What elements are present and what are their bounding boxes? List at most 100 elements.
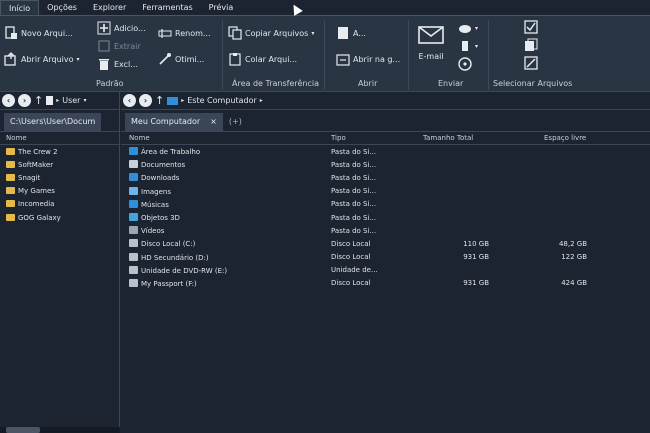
- images-icon: [129, 186, 138, 195]
- chevron-down-icon: ▾: [311, 29, 315, 37]
- up-arrow-icon[interactable]: ↑: [34, 94, 43, 107]
- chevron-down-icon[interactable]: ▾: [83, 97, 86, 104]
- table-row[interactable]: Documentos Pasta do Si...: [121, 158, 650, 171]
- dvd-drive-icon: [129, 265, 138, 274]
- new-archive-button[interactable]: Novo Arqui...: [4, 26, 73, 40]
- list-item[interactable]: SoftMaker: [0, 158, 119, 171]
- new-tab-button[interactable]: (+): [223, 113, 248, 131]
- table-row[interactable]: HD Secundário (D:) Disco Local 931 GB 12…: [121, 251, 650, 264]
- extract-button[interactable]: Extrair: [97, 39, 141, 53]
- delete-button[interactable]: Excl...: [97, 57, 138, 71]
- breadcrumb-separator-icon: ▸: [56, 97, 60, 104]
- group-label-transferencia: Área de Transferência: [232, 79, 320, 88]
- group-label-padrao: Padrão: [96, 79, 124, 88]
- tab-previa[interactable]: Prévia: [201, 0, 242, 15]
- open-a-button[interactable]: A...: [336, 26, 366, 40]
- column-nome[interactable]: Nome: [6, 134, 27, 142]
- list-item[interactable]: Incomedia: [0, 198, 119, 211]
- left-column-header: Nome: [0, 132, 119, 145]
- burn-disc-button[interactable]: [458, 57, 472, 71]
- table-row[interactable]: Vídeos Pasta do Si...: [121, 224, 650, 237]
- list-item[interactable]: Snagit: [0, 171, 119, 184]
- right-pane: ‹ › ↑ ▸ Este Computador ▸ Meu Computador…: [121, 92, 650, 433]
- invert-icon: [524, 56, 538, 70]
- desktop-icon: [129, 147, 138, 156]
- plus-icon: [97, 21, 111, 35]
- ribbon: Novo Arqui... Abrir Arquivo ▾ Adicio... …: [0, 15, 650, 92]
- forward-icon[interactable]: ›: [18, 94, 31, 107]
- back-icon[interactable]: ‹: [123, 94, 136, 107]
- close-icon[interactable]: ×: [210, 113, 217, 131]
- optimize-button[interactable]: Otimi...: [158, 52, 204, 66]
- select-pages-button[interactable]: [524, 38, 538, 52]
- back-icon[interactable]: ‹: [2, 94, 15, 107]
- disc-icon: [458, 57, 472, 71]
- document-icon: [336, 26, 350, 40]
- horizontal-scrollbar[interactable]: [0, 427, 120, 433]
- tab-inicio[interactable]: Início: [0, 0, 40, 15]
- list-item[interactable]: My Games: [0, 185, 119, 198]
- open-with-button[interactable]: Abrir na g...: [336, 52, 400, 66]
- group-label-abrir: Abrir: [358, 79, 378, 88]
- open-archive-button[interactable]: Abrir Arquivo ▾: [4, 52, 80, 66]
- invert-selection-button[interactable]: [524, 56, 538, 70]
- folder-icon: [6, 160, 15, 168]
- right-file-list: Área de Trabalho Pasta do Si... Document…: [121, 145, 650, 290]
- add-button[interactable]: Adicio...: [97, 21, 146, 35]
- select-all-button[interactable]: [524, 20, 538, 34]
- folder-icon: [6, 147, 15, 155]
- usb-button[interactable]: ▾: [458, 39, 478, 53]
- document-icon: [46, 96, 54, 105]
- folder-icon: [6, 187, 15, 195]
- right-tab-strip: Meu Computador × (+): [121, 110, 650, 132]
- downloads-icon: [129, 173, 138, 182]
- tab-explorer[interactable]: Explorer: [85, 0, 134, 15]
- list-item[interactable]: GOG Galaxy: [0, 211, 119, 224]
- folder-icon: [6, 213, 15, 221]
- tab-left-path[interactable]: C:\Users\User\Docum: [4, 113, 102, 131]
- right-address-bar: ‹ › ↑ ▸ Este Computador ▸: [121, 92, 650, 110]
- group-separator: [408, 20, 409, 90]
- left-breadcrumb[interactable]: User: [62, 96, 80, 105]
- optimize-icon: [158, 52, 172, 66]
- rename-icon: [158, 26, 172, 40]
- paste-files-button[interactable]: Colar Arqui...: [228, 52, 297, 66]
- up-arrow-icon[interactable]: ↑: [155, 94, 164, 107]
- extract-icon: [97, 39, 111, 53]
- pages-icon: [524, 38, 538, 52]
- ribbon-tabs: Início Opções Explorer Ferramentas Prévi…: [0, 0, 650, 15]
- column-tamanho[interactable]: Tamanho Total: [423, 134, 473, 142]
- email-button[interactable]: E-mail: [418, 26, 444, 61]
- table-row[interactable]: Unidade de DVD-RW (E:) Unidade de...: [121, 264, 650, 277]
- table-row[interactable]: Downloads Pasta do Si...: [121, 171, 650, 184]
- chevron-down-icon: ▾: [475, 42, 479, 50]
- rename-button[interactable]: Renom...: [158, 26, 211, 40]
- tab-opcoes[interactable]: Opções: [39, 0, 85, 15]
- group-separator: [324, 20, 325, 90]
- tab-meu-computador[interactable]: Meu Computador ×: [125, 113, 223, 131]
- chevron-down-icon: ▾: [76, 55, 80, 63]
- column-nome[interactable]: Nome: [129, 134, 150, 142]
- right-column-header: Nome Tipo Tamanho Total Espaço livre: [121, 132, 650, 145]
- list-item[interactable]: The Crew 2: [0, 145, 119, 158]
- drive-icon: [129, 278, 138, 287]
- table-row[interactable]: My Passport (F:) Disco Local 931 GB 424 …: [121, 277, 650, 290]
- chevron-down-icon: ▾: [475, 24, 479, 32]
- group-label-selecionar: Selecionar Arquivos: [493, 79, 573, 88]
- computer-icon: [167, 96, 179, 105]
- cloud-upload-button[interactable]: ▾: [458, 21, 478, 35]
- scrollbar-thumb[interactable]: [6, 427, 40, 433]
- right-breadcrumb[interactable]: Este Computador: [187, 96, 257, 105]
- table-row[interactable]: Disco Local (C:) Disco Local 110 GB 48,2…: [121, 237, 650, 250]
- drive-icon: [129, 252, 138, 261]
- table-row[interactable]: Área de Trabalho Pasta do Si...: [121, 145, 650, 158]
- table-row[interactable]: Músicas Pasta do Si...: [121, 198, 650, 211]
- table-row[interactable]: Imagens Pasta do Si...: [121, 185, 650, 198]
- table-row[interactable]: Objetos 3D Pasta do Si...: [121, 211, 650, 224]
- column-tipo[interactable]: Tipo: [331, 134, 346, 142]
- copy-files-button[interactable]: Copiar Arquivos ▾: [228, 26, 314, 40]
- forward-icon[interactable]: ›: [139, 94, 152, 107]
- column-espaco[interactable]: Espaço livre: [544, 134, 586, 142]
- checkbox-icon: [524, 20, 538, 34]
- tab-ferramentas[interactable]: Ferramentas: [134, 0, 200, 15]
